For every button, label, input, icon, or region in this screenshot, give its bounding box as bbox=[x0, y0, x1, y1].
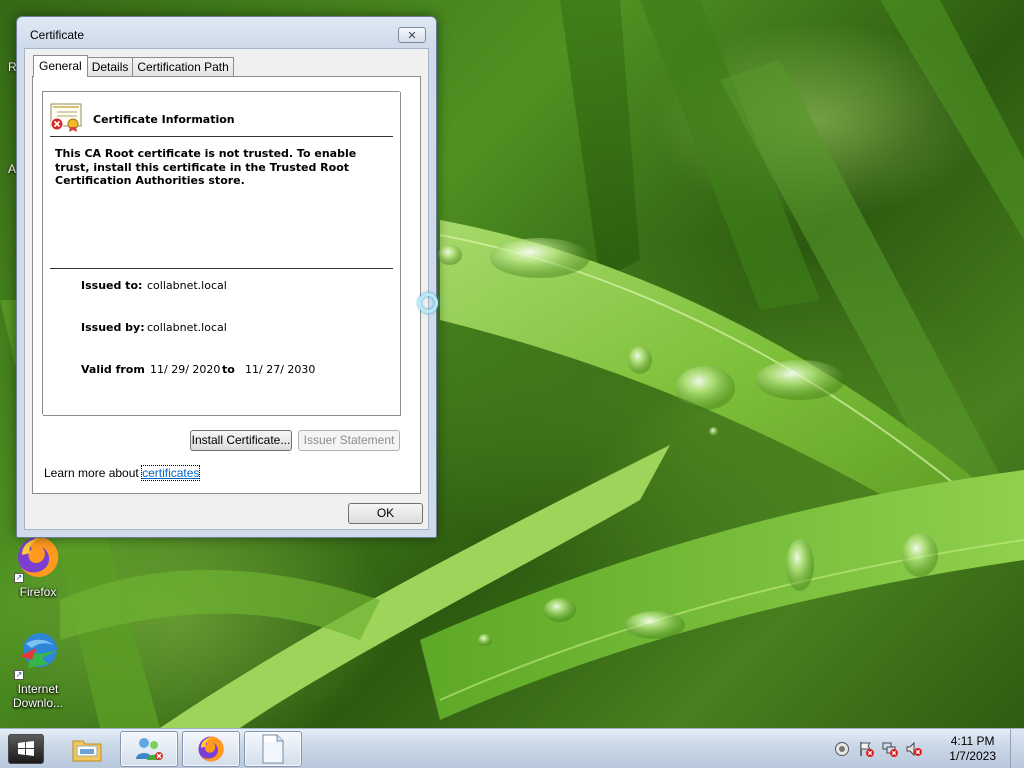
issued-by-label: Issued by: bbox=[81, 321, 145, 334]
shortcut-arrow-icon: ↗ bbox=[14, 670, 24, 680]
hidden-icon-label-fragment: A bbox=[8, 162, 17, 176]
firefox-icon bbox=[198, 736, 224, 762]
untrusted-certificate-icon bbox=[49, 102, 83, 135]
issued-to-label: Issued to: bbox=[81, 279, 143, 292]
desktop-icon-label: Internet Downlo... bbox=[12, 682, 64, 710]
taskbar-network-users[interactable] bbox=[120, 731, 178, 767]
volume-muted-icon[interactable] bbox=[906, 741, 922, 757]
desktop-icon-internet-download-manager[interactable]: ↗ Internet Downlo... bbox=[6, 630, 70, 710]
tab-details[interactable]: Details bbox=[87, 57, 134, 77]
close-icon: ✕ bbox=[407, 28, 417, 42]
show-desktop-button[interactable] bbox=[1010, 729, 1024, 768]
dialog-title: Certificate bbox=[30, 28, 85, 42]
valid-to-value: 11/ 27/ 2030 bbox=[245, 363, 316, 376]
issued-by-value: collabnet.local bbox=[147, 321, 227, 334]
firefox-icon: ↗ bbox=[14, 533, 62, 583]
busy-cursor-icon bbox=[418, 293, 438, 313]
close-button[interactable]: ✕ bbox=[398, 27, 426, 43]
tab-general[interactable]: General bbox=[33, 55, 88, 77]
start-button[interactable] bbox=[8, 734, 44, 764]
issuer-statement-button[interactable]: Issuer Statement bbox=[298, 430, 400, 451]
certificate-info-heading: Certificate Information bbox=[93, 113, 235, 126]
document-icon bbox=[262, 734, 284, 764]
taskbar: 4:11 PM 1/7/2023 bbox=[0, 728, 1024, 768]
flag-alert-icon[interactable] bbox=[858, 741, 874, 757]
desktop-icon-label: Firefox bbox=[19, 585, 57, 599]
taskbar-document[interactable] bbox=[244, 731, 302, 767]
install-certificate-button[interactable]: Install Certificate... bbox=[190, 430, 292, 451]
network-users-icon bbox=[136, 738, 163, 760]
desktop-icon-firefox[interactable]: ↗ Firefox bbox=[6, 533, 70, 599]
valid-from-value: 11/ 29/ 2020 bbox=[150, 363, 221, 376]
taskbar-file-explorer[interactable] bbox=[58, 731, 116, 767]
dialog-client-area: General Details Certification Path Certi… bbox=[24, 48, 429, 530]
general-tab-panel: Certificate Information This CA Root cer… bbox=[32, 76, 421, 494]
internet-download-manager-icon: ↗ bbox=[14, 630, 62, 680]
taskbar-firefox[interactable] bbox=[182, 731, 240, 767]
details-divider bbox=[50, 268, 393, 269]
trust-warning-text: This CA Root certificate is not trusted.… bbox=[55, 147, 357, 187]
valid-from-label: Valid from bbox=[81, 363, 145, 376]
certificates-link[interactable]: certificates bbox=[141, 465, 201, 481]
tab-strip: General Details Certification Path bbox=[33, 55, 234, 77]
file-explorer-icon bbox=[72, 740, 102, 762]
tab-certification-path[interactable]: Certification Path bbox=[133, 57, 234, 77]
windows-logo-icon bbox=[18, 741, 34, 756]
issued-to-value: collabnet.local bbox=[147, 279, 227, 292]
clock-date: 1/7/2023 bbox=[949, 749, 996, 763]
ok-button[interactable]: OK bbox=[348, 503, 423, 524]
certificate-info-box: Certificate Information This CA Root cer… bbox=[42, 91, 400, 415]
action-center-icon[interactable] bbox=[834, 741, 850, 757]
taskbar-clock[interactable]: 4:11 PM 1/7/2023 bbox=[949, 734, 996, 764]
valid-to-label: to bbox=[222, 363, 235, 376]
learn-more-line: Learn more about certificates bbox=[44, 465, 201, 481]
learn-more-prefix: Learn more about bbox=[44, 466, 139, 480]
clock-time: 4:11 PM bbox=[950, 734, 995, 748]
heading-divider bbox=[50, 136, 393, 137]
certificate-dialog: Certificate ✕ General Details Certificat… bbox=[16, 16, 437, 538]
network-disconnected-icon[interactable] bbox=[882, 741, 898, 757]
shortcut-arrow-icon: ↗ bbox=[14, 573, 24, 583]
